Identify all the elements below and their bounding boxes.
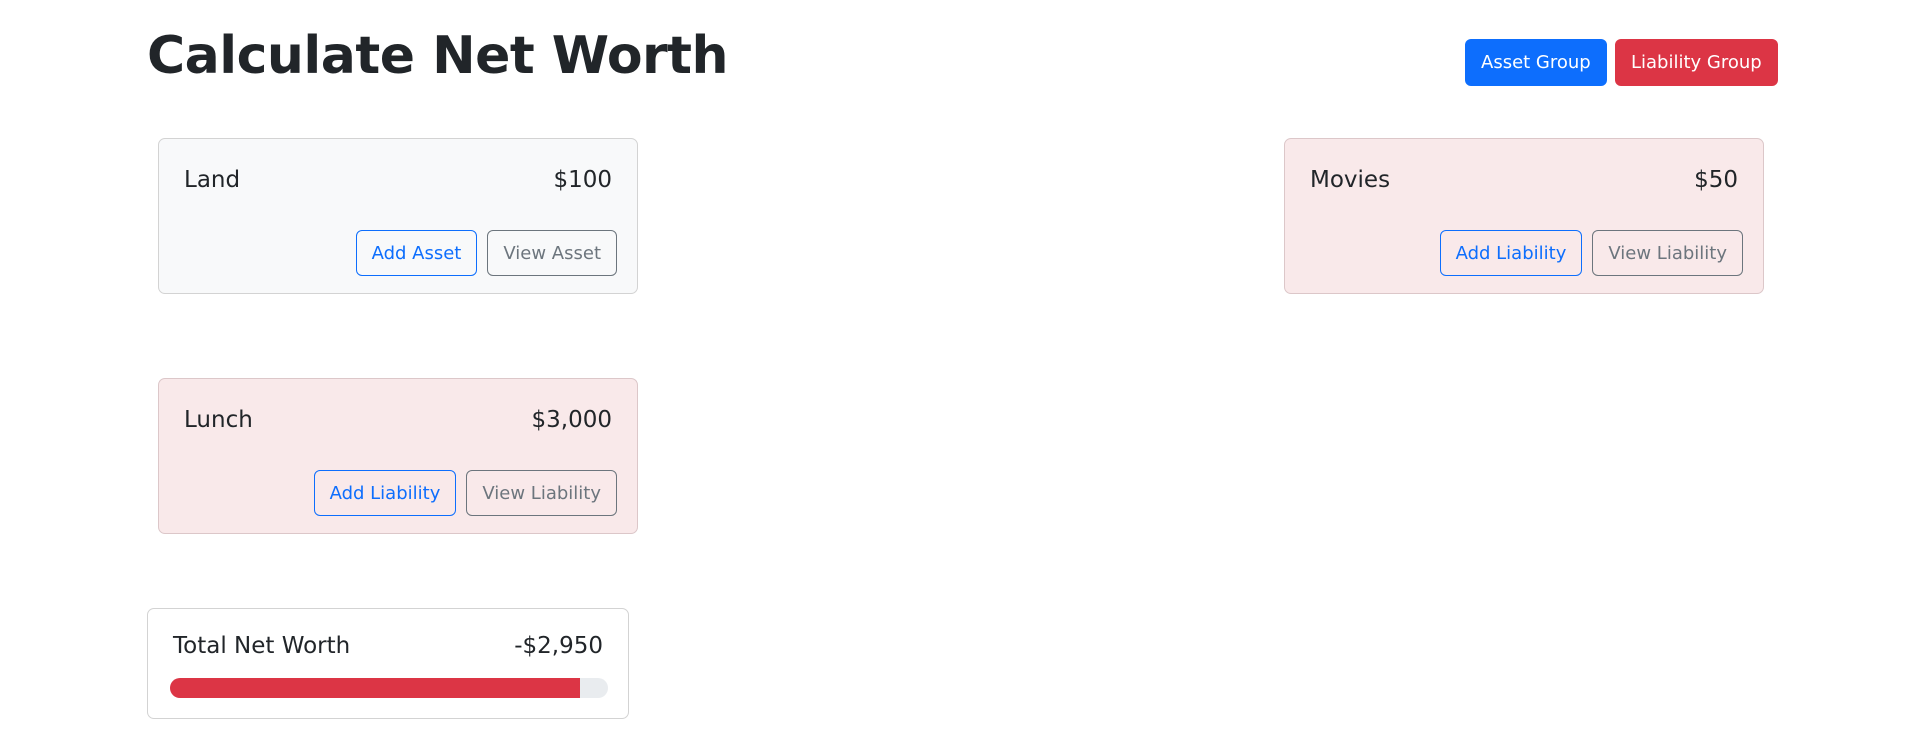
total-net-worth-card: Total Net Worth -$2,950 [147, 608, 629, 719]
liability-card-movies: Movies $50 Add Liability View Liability [1284, 138, 1764, 294]
total-amount: -$2,950 [514, 633, 603, 659]
asset-card-land: Land $100 Add Asset View Asset [158, 138, 638, 294]
progress-fill [170, 678, 581, 698]
add-liability-button[interactable]: Add Liability [313, 470, 457, 516]
add-asset-button[interactable]: Add Asset [355, 230, 478, 276]
card-value: $3,000 [531, 407, 612, 433]
view-liability-button[interactable]: View Liability [466, 470, 617, 516]
asset-group-button[interactable]: Asset Group [1465, 39, 1607, 86]
liability-group-button[interactable]: Liability Group [1615, 39, 1778, 86]
card-name: Movies [1310, 167, 1391, 193]
card-value: $50 [1694, 167, 1738, 193]
view-asset-button[interactable]: View Asset [487, 230, 617, 276]
card-name: Land [184, 167, 241, 193]
add-liability-button[interactable]: Add Liability [1439, 230, 1583, 276]
view-liability-button[interactable]: View Liability [1592, 230, 1743, 276]
total-label: Total Net Worth [173, 633, 351, 659]
card-value: $100 [553, 167, 612, 193]
liability-card-lunch: Lunch $3,000 Add Liability View Liabilit… [158, 378, 638, 534]
card-name: Lunch [184, 407, 253, 433]
net-worth-progress-bar [170, 678, 608, 698]
page-title: Calculate Net Worth [147, 26, 729, 86]
